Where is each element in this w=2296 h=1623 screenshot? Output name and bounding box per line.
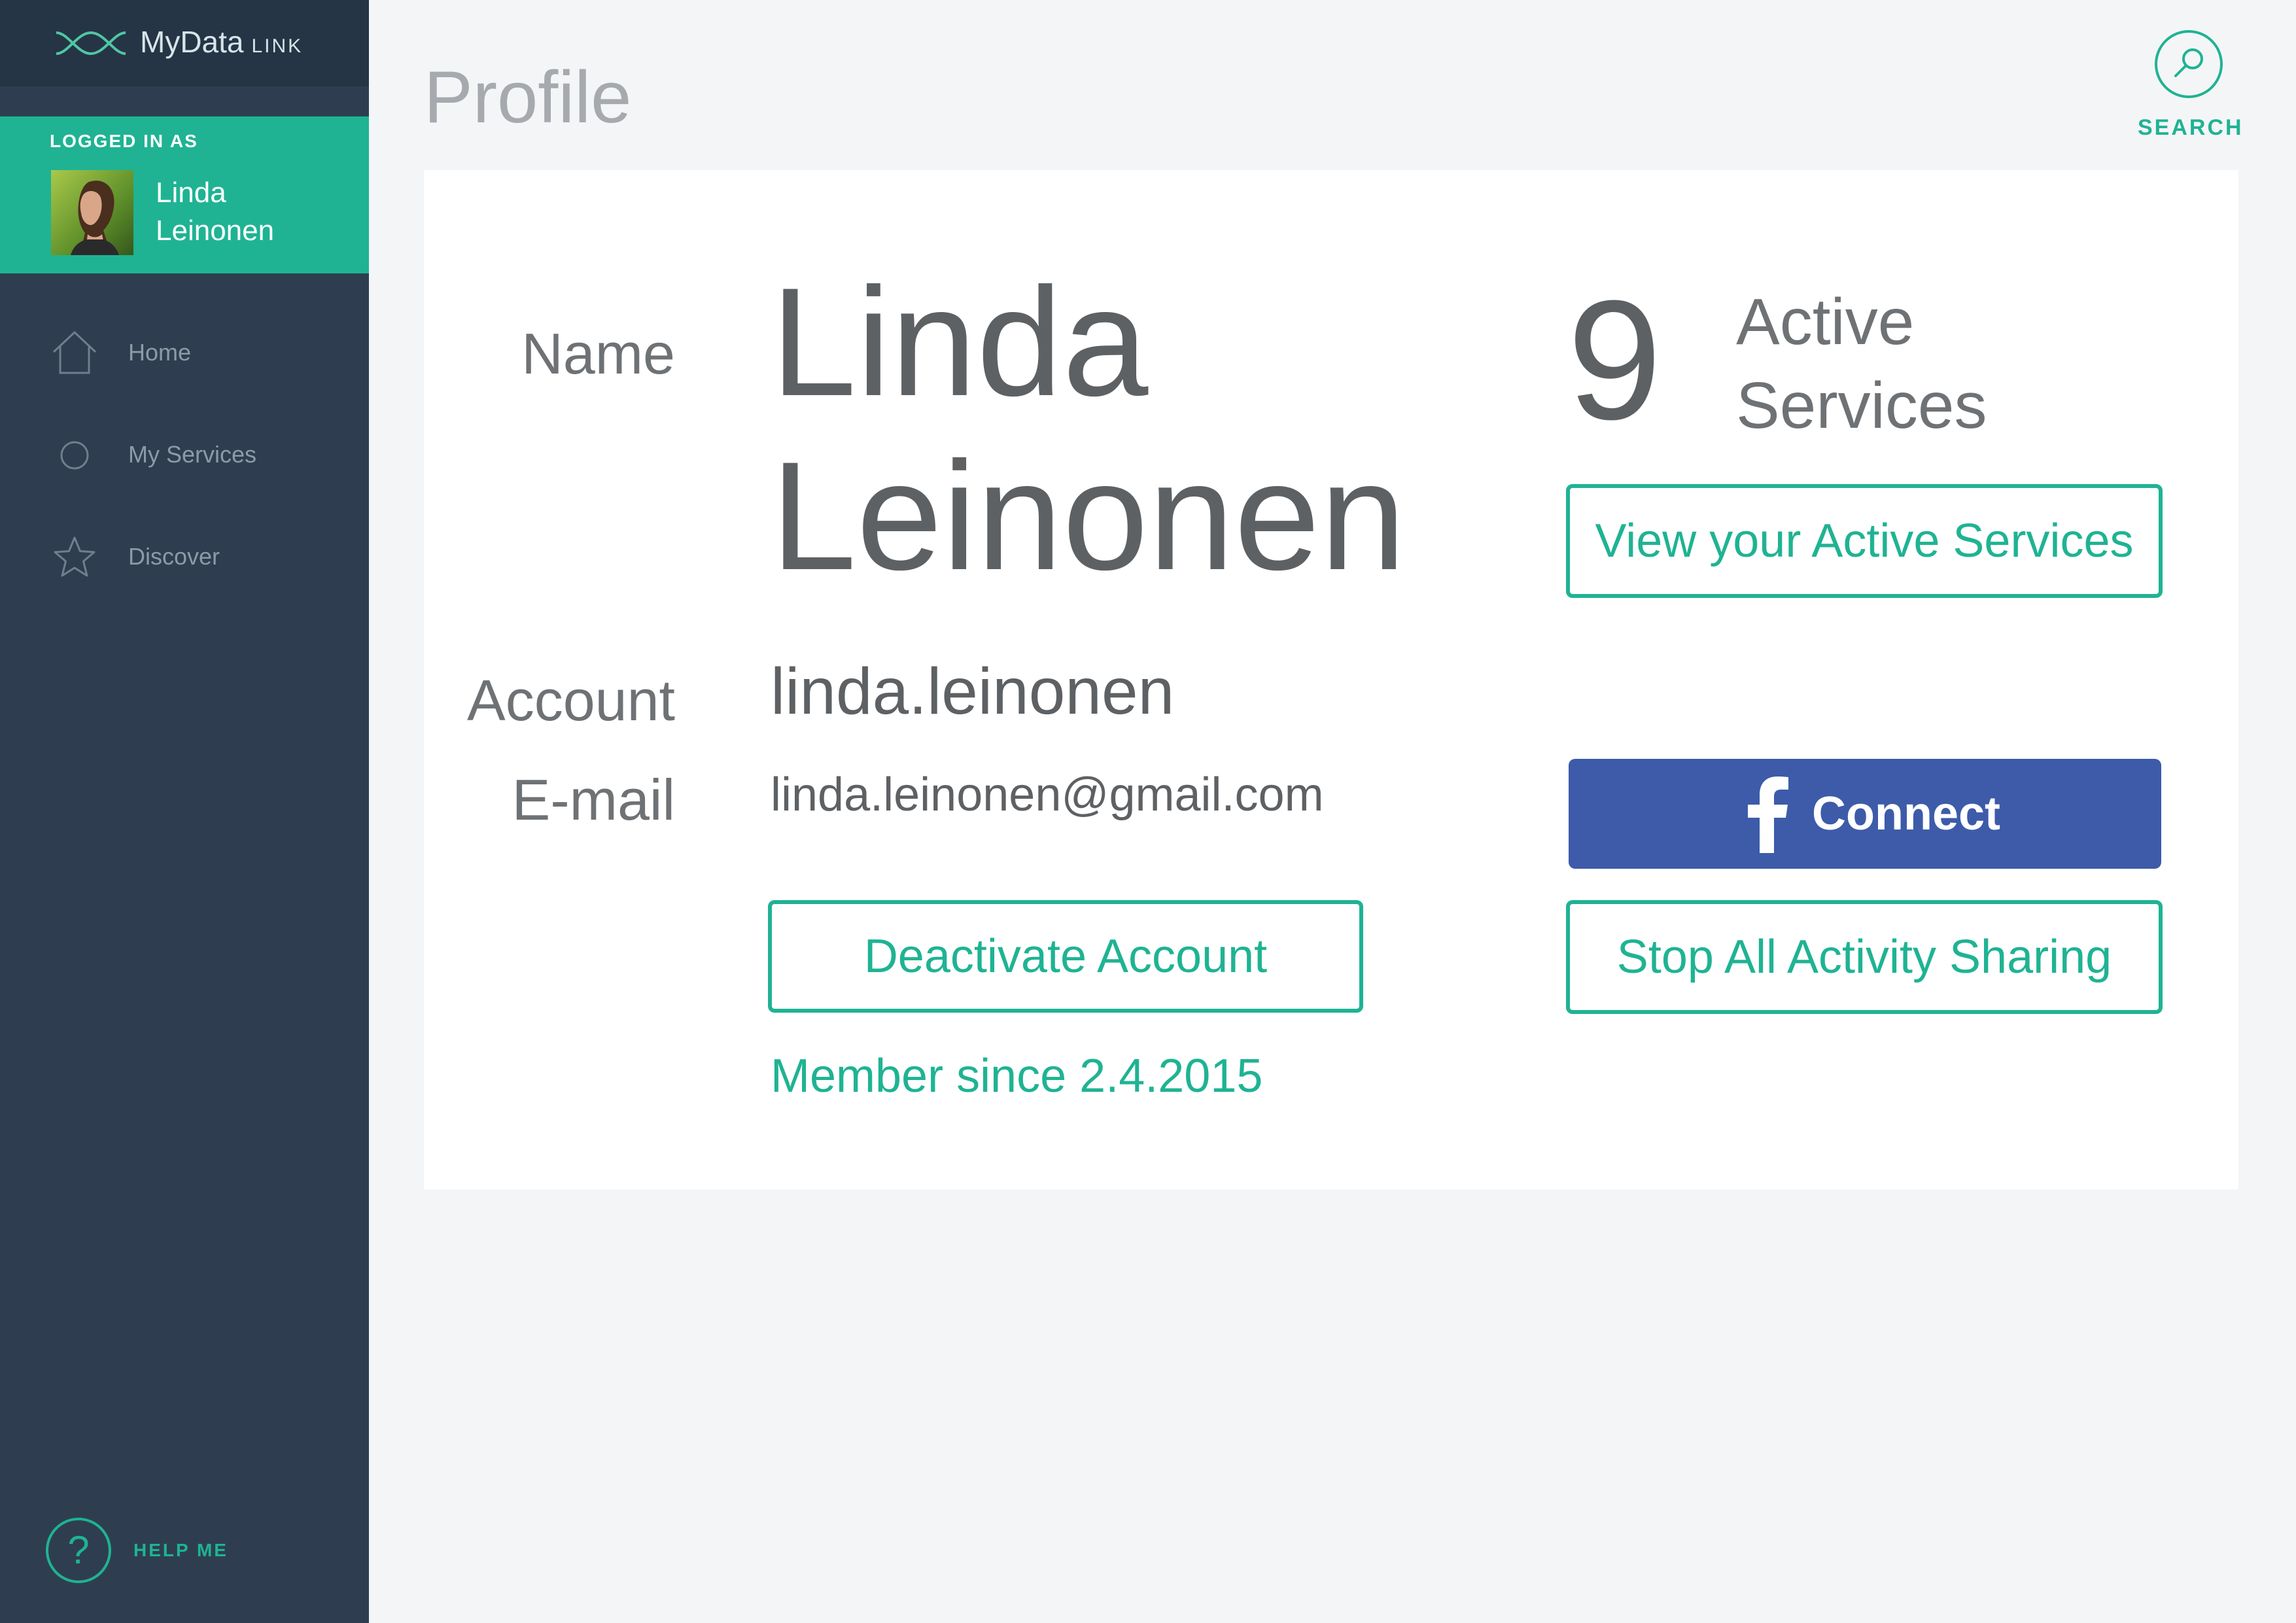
star-icon [54, 536, 96, 577]
active-services-count: 9 [1567, 266, 1662, 455]
email-value: linda.leinonen@gmail.com [771, 769, 1324, 821]
brand-header: MyData LINK [0, 0, 369, 86]
sidebar-item-my-services[interactable]: My Services [0, 416, 369, 495]
current-user-name: Linda Leinonen [156, 174, 274, 250]
app-logo-icon [56, 31, 126, 56]
svg-text:?: ? [67, 1528, 89, 1572]
facebook-icon [1748, 777, 1788, 853]
active-services-label-line1: Active [1736, 285, 1915, 358]
account-value: linda.leinonen [771, 655, 1175, 728]
help-icon: ? [46, 1518, 111, 1583]
facebook-connect-button[interactable]: Connect [1569, 759, 2161, 869]
search-label: SEARCH [2138, 115, 2244, 140]
stop-activity-sharing-button[interactable]: Stop All Activity Sharing [1566, 900, 2163, 1014]
sidebar-item-label: Home [128, 339, 192, 366]
active-services-label-line2: Services [1736, 369, 1987, 442]
current-user-panel[interactable]: LOGGED IN AS Linda Leinonen [0, 116, 369, 273]
active-services-label: Active Services [1736, 280, 1987, 447]
sidebar-item-home[interactable]: Home [0, 314, 369, 393]
view-active-services-button[interactable]: View your Active Services [1566, 484, 2163, 598]
help-label: HELP ME [133, 1540, 228, 1560]
help-me-button[interactable]: ? HELP ME [44, 1516, 280, 1588]
app-name-suffix: LINK [251, 35, 304, 57]
current-user-last-name: Leinonen [156, 215, 275, 247]
deactivate-account-button[interactable]: Deactivate Account [768, 900, 1363, 1013]
sidebar-item-discover[interactable]: Discover [0, 518, 369, 597]
avatar [51, 170, 133, 255]
page-title: Profile [424, 56, 632, 138]
email-label: E-mail [512, 767, 675, 832]
search-icon [2155, 30, 2223, 98]
app-name: MyData LINK [140, 22, 303, 66]
sidebar-item-label: Discover [128, 543, 220, 570]
sidebar-item-label: My Services [128, 441, 257, 468]
profile-last-name: Leinonen [771, 430, 1406, 602]
account-label: Account [467, 668, 675, 733]
profile-name: Linda Leinonen [771, 255, 1406, 603]
name-label: Name [521, 321, 675, 386]
circle-icon [60, 441, 89, 470]
app-name-text: MyData [140, 25, 244, 59]
current-user-first-name: Linda [156, 177, 226, 209]
sidebar: MyData LINK LOGGED IN AS Linda Leinonen [0, 0, 369, 1623]
facebook-connect-label: Connect [1812, 788, 2000, 840]
profile-first-name: Linda [771, 256, 1149, 428]
home-icon [52, 330, 97, 374]
member-since-text: Member since 2.4.2015 [771, 1050, 1263, 1102]
search-button[interactable]: SEARCH [2138, 29, 2244, 147]
profile-card: Name Linda Leinonen Account linda.leinon… [424, 170, 2238, 1189]
logged-in-label: LOGGED IN AS [50, 131, 198, 151]
